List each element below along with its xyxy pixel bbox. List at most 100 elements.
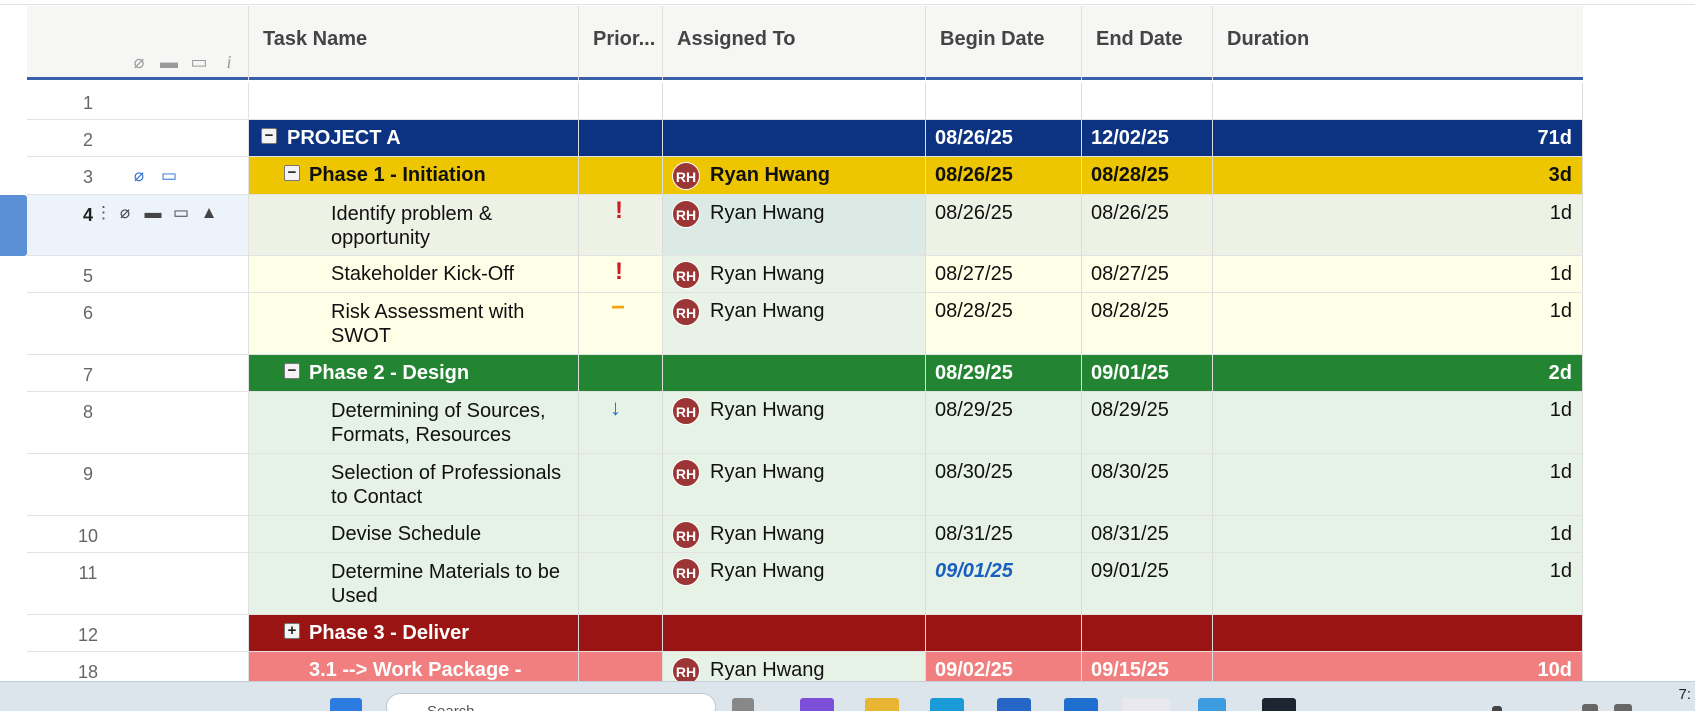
priority-cell[interactable]: ! bbox=[579, 256, 663, 292]
task-cell[interactable]: + Phase 3 - Deliver bbox=[249, 615, 579, 651]
info-icon[interactable]: i bbox=[218, 52, 240, 72]
duration-cell[interactable]: 1d bbox=[1213, 293, 1583, 354]
table-row[interactable]: 7 − Phase 2 - Design 08/29/25 09/01/25 2… bbox=[27, 355, 1583, 392]
end-cell[interactable]: 08/28/25 bbox=[1082, 157, 1213, 194]
priority-cell[interactable] bbox=[579, 553, 663, 614]
priority-cell[interactable] bbox=[579, 120, 663, 156]
row-header[interactable]: 7 bbox=[27, 355, 249, 391]
row-header[interactable]: 12 bbox=[27, 615, 249, 651]
assigned-cell[interactable]: RH Ryan Hwang bbox=[663, 392, 926, 453]
edge-browser-icon[interactable] bbox=[930, 698, 964, 711]
priority-cell[interactable] bbox=[579, 516, 663, 552]
end-cell[interactable]: 09/01/25 bbox=[1082, 355, 1213, 391]
task-cell[interactable]: Devise Schedule bbox=[249, 516, 579, 552]
duration-cell[interactable] bbox=[1213, 83, 1583, 119]
assigned-cell[interactable]: RH Ryan Hwang bbox=[663, 157, 926, 194]
begin-date-link[interactable]: 09/01/25 bbox=[935, 560, 1013, 583]
col-header-assigned-to[interactable]: Assigned To bbox=[663, 6, 926, 80]
duration-cell[interactable]: 1d bbox=[1213, 392, 1583, 453]
assigned-cell[interactable]: RH Ryan Hwang bbox=[663, 516, 926, 552]
end-cell[interactable] bbox=[1082, 83, 1213, 119]
col-header-begin-date[interactable]: Begin Date bbox=[926, 6, 1082, 80]
table-row[interactable]: 5 Stakeholder Kick-Off ! RH Ryan Hwang 0… bbox=[27, 256, 1583, 293]
firefox-icon[interactable] bbox=[1122, 698, 1170, 711]
table-row[interactable]: 4 ⋮ ⌀ ▬ ▭ ▲ Identify problem & opportuni… bbox=[27, 195, 1583, 256]
assigned-cell[interactable]: RH Ryan Hwang bbox=[663, 553, 926, 614]
comment-icon[interactable]: ▬ bbox=[158, 52, 180, 72]
proof-icon[interactable]: ▭ bbox=[169, 203, 193, 223]
paperclip-icon[interactable]: ⌀ bbox=[128, 52, 150, 72]
task-cell[interactable]: Selection of Professionals to Contact bbox=[249, 454, 579, 515]
duration-cell[interactable]: 71d bbox=[1213, 120, 1583, 156]
row-header[interactable]: 11 bbox=[27, 553, 249, 614]
table-row[interactable]: 3 ⌀ ▭ − Phase 1 - Initiation RH Ryan Hwa… bbox=[27, 157, 1583, 195]
assigned-cell[interactable] bbox=[663, 120, 926, 156]
end-cell[interactable] bbox=[1082, 615, 1213, 651]
battery-icon[interactable] bbox=[1614, 704, 1632, 711]
end-cell[interactable]: 08/29/25 bbox=[1082, 392, 1213, 453]
task-cell[interactable]: Stakeholder Kick-Off bbox=[249, 256, 579, 292]
begin-cell[interactable]: 08/30/25 bbox=[926, 454, 1082, 515]
volume-icon[interactable] bbox=[1582, 704, 1598, 711]
duration-cell[interactable]: 2d bbox=[1213, 355, 1583, 391]
collapse-toggle[interactable]: − bbox=[261, 128, 277, 144]
duration-cell[interactable]: 3d bbox=[1213, 157, 1583, 194]
priority-cell[interactable] bbox=[579, 454, 663, 515]
attachment-icon[interactable]: ⌀ bbox=[127, 166, 151, 186]
row-menu-icon[interactable]: ⋮ bbox=[95, 203, 112, 223]
row-header[interactable]: 3 ⌀ ▭ bbox=[27, 157, 249, 194]
priority-cell[interactable]: ↓ bbox=[579, 392, 663, 453]
windows-start-icon[interactable] bbox=[330, 698, 362, 711]
copilot-icon[interactable] bbox=[800, 698, 834, 711]
tray-icon[interactable] bbox=[1492, 706, 1502, 711]
task-cell[interactable]: − Phase 2 - Design bbox=[249, 355, 579, 391]
taskbar-clock[interactable]: 7: bbox=[1678, 686, 1691, 703]
assigned-cell[interactable]: RH Ryan Hwang bbox=[663, 195, 926, 255]
begin-cell[interactable]: 08/26/25 bbox=[926, 195, 1082, 255]
assigned-cell[interactable] bbox=[663, 355, 926, 391]
table-row[interactable]: 10 Devise Schedule RH Ryan Hwang 08/31/2… bbox=[27, 516, 1583, 553]
task-cell[interactable] bbox=[249, 83, 579, 119]
duration-cell[interactable]: 1d bbox=[1213, 516, 1583, 552]
begin-cell[interactable]: 08/26/25 bbox=[926, 120, 1082, 156]
end-cell[interactable]: 09/01/25 bbox=[1082, 553, 1213, 614]
proof-icon[interactable]: ▭ bbox=[188, 52, 210, 72]
collapse-toggle[interactable]: − bbox=[284, 165, 300, 181]
store-icon[interactable] bbox=[997, 698, 1031, 711]
begin-cell[interactable]: 08/26/25 bbox=[926, 157, 1082, 194]
table-row[interactable]: 9 Selection of Professionals to Contact … bbox=[27, 454, 1583, 516]
duration-cell[interactable] bbox=[1213, 615, 1583, 651]
end-cell[interactable]: 08/26/25 bbox=[1082, 195, 1213, 255]
table-row[interactable]: 12 + Phase 3 - Deliver bbox=[27, 615, 1583, 652]
task-cell[interactable]: Identify problem & opportunity bbox=[249, 195, 579, 255]
priority-cell[interactable] bbox=[579, 83, 663, 119]
begin-cell[interactable]: 08/31/25 bbox=[926, 516, 1082, 552]
priority-cell[interactable]: ! bbox=[579, 195, 663, 255]
col-header-end-date[interactable]: End Date bbox=[1082, 6, 1213, 80]
end-cell[interactable]: 08/31/25 bbox=[1082, 516, 1213, 552]
end-cell[interactable]: 08/27/25 bbox=[1082, 256, 1213, 292]
collapse-toggle[interactable]: − bbox=[284, 363, 300, 379]
col-header-priority[interactable]: Prior... bbox=[579, 6, 663, 80]
task-cell[interactable]: Determining of Sources, Formats, Resourc… bbox=[249, 392, 579, 453]
row-header[interactable]: 2 bbox=[27, 120, 249, 156]
duration-cell[interactable]: 1d bbox=[1213, 553, 1583, 614]
task-cell[interactable]: − Phase 1 - Initiation bbox=[249, 157, 579, 194]
reminder-bell-icon[interactable]: ▲ bbox=[197, 203, 221, 223]
end-cell[interactable]: 08/30/25 bbox=[1082, 454, 1213, 515]
expand-toggle[interactable]: + bbox=[284, 623, 300, 639]
col-header-duration[interactable]: Duration bbox=[1213, 6, 1583, 80]
assigned-cell[interactable]: RH Ryan Hwang bbox=[663, 293, 926, 354]
begin-cell[interactable]: 08/29/25 bbox=[926, 392, 1082, 453]
row-header[interactable]: 9 bbox=[27, 454, 249, 515]
priority-cell[interactable] bbox=[579, 157, 663, 194]
priority-cell[interactable] bbox=[579, 355, 663, 391]
row-header[interactable]: 10 bbox=[27, 516, 249, 552]
comment-icon[interactable]: ▭ bbox=[157, 166, 181, 186]
col-header-task-name[interactable]: Task Name bbox=[249, 6, 579, 80]
file-explorer-icon[interactable] bbox=[865, 698, 899, 711]
row-header[interactable]: 1 bbox=[27, 83, 249, 119]
begin-cell[interactable]: 08/29/25 bbox=[926, 355, 1082, 391]
task-view-icon[interactable] bbox=[732, 698, 754, 711]
priority-cell[interactable] bbox=[579, 615, 663, 651]
